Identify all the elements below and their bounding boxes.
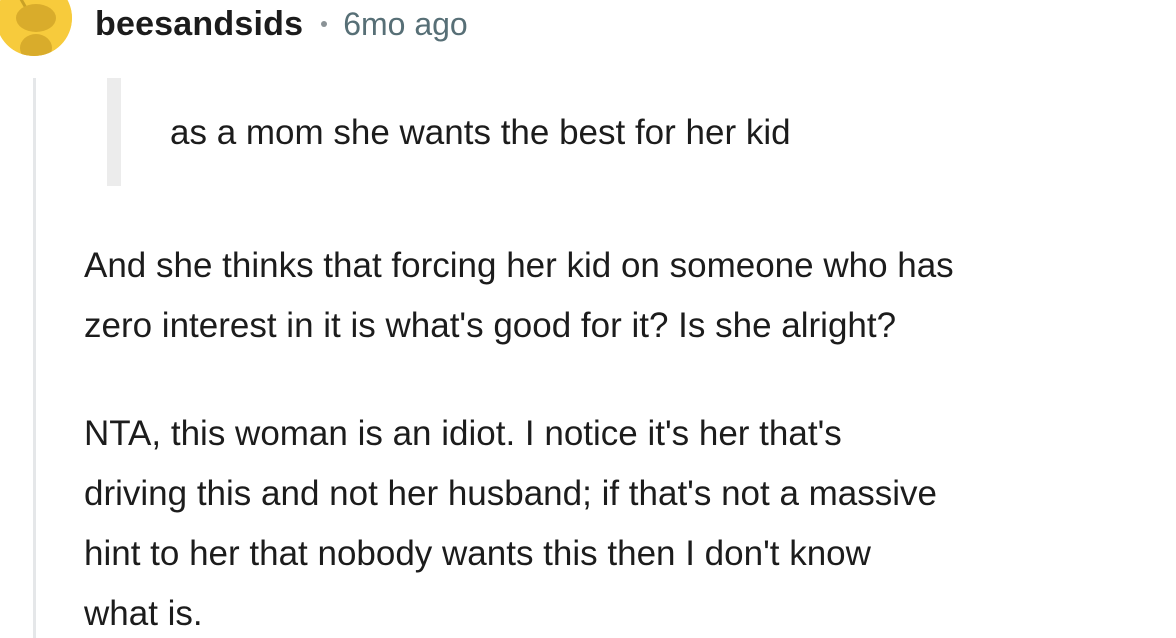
avatar[interactable] xyxy=(0,0,72,56)
comment-paragraph-1: And she thinks that forcing her kid on s… xyxy=(84,236,954,356)
comment-paragraph-2: NTA, this woman is an idiot. I notice it… xyxy=(84,404,937,638)
username[interactable]: beesandsids xyxy=(95,5,303,44)
separator-dot xyxy=(321,21,328,27)
timestamp[interactable]: 6mo ago xyxy=(343,6,468,43)
paragraph-line: NTA, this woman is an idiot. I notice it… xyxy=(84,414,842,453)
paragraph-line: driving this and not her husband; if tha… xyxy=(84,474,938,513)
blockquote-bar xyxy=(107,78,121,186)
thread-line[interactable] xyxy=(33,78,36,638)
snoo-avatar-icon xyxy=(0,0,72,56)
blockquote-text: as a mom she wants the best for her kid xyxy=(170,113,791,152)
paragraph-line: what is. xyxy=(84,594,203,633)
comment-header: beesandsids 6mo ago xyxy=(95,4,468,44)
comment: beesandsids 6mo ago as a mom she wants t… xyxy=(0,0,1176,638)
paragraph-line: And she thinks that forcing her kid on s… xyxy=(84,246,954,285)
paragraph-line: hint to her that nobody wants this then … xyxy=(84,534,871,573)
paragraph-line: zero interest in it is what's good for i… xyxy=(84,306,897,345)
